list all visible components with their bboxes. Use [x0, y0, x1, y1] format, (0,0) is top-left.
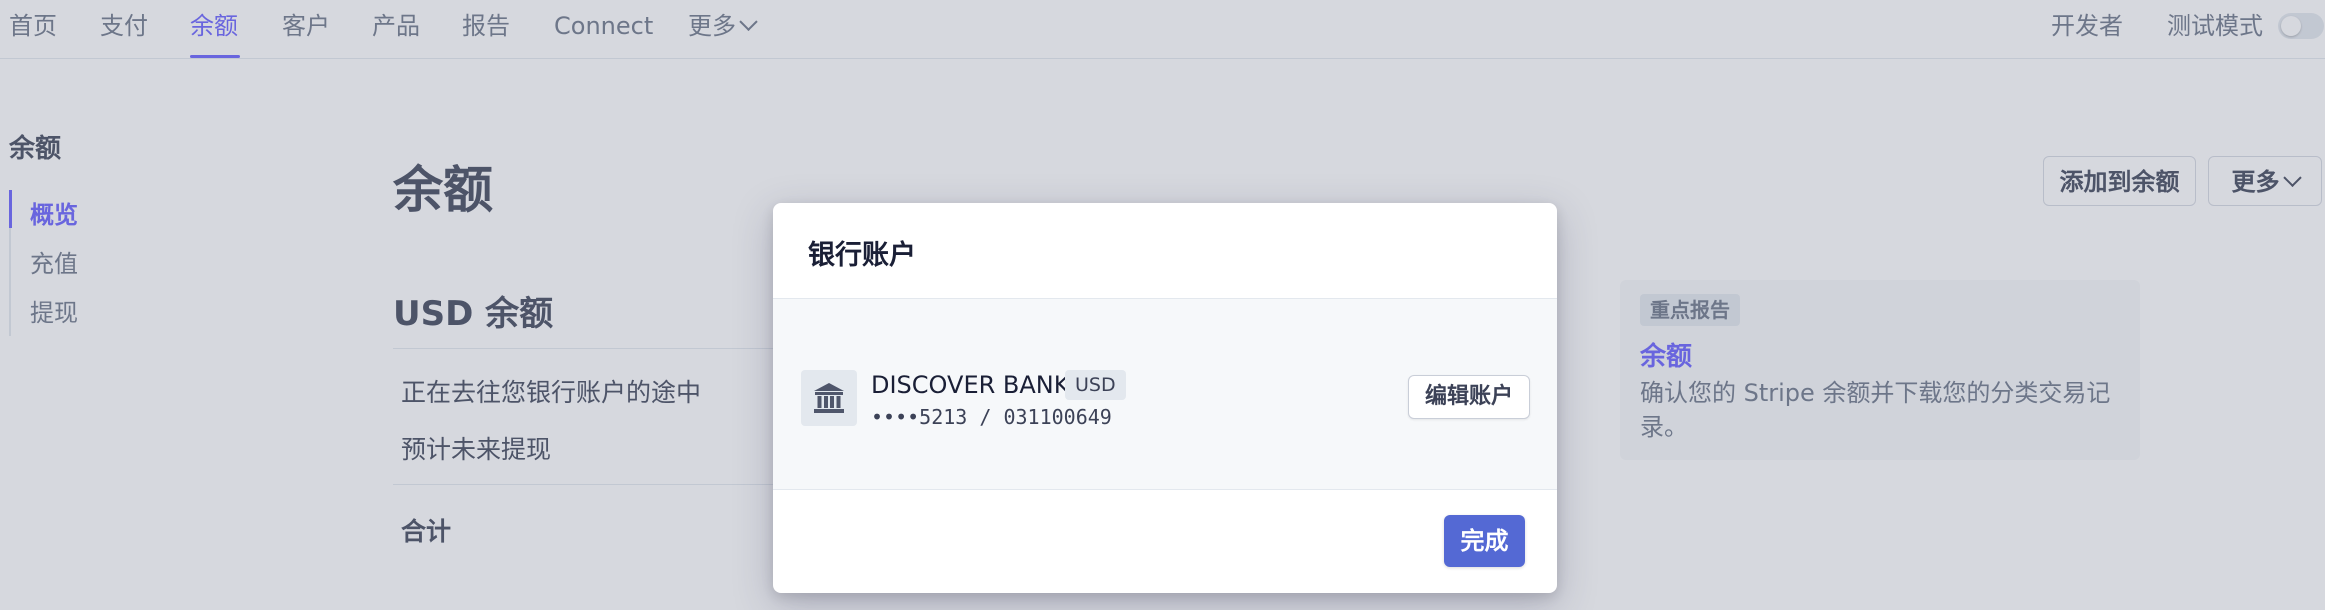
currency-badge: USD	[1065, 370, 1126, 400]
dialog-header: 银行账户	[773, 203, 1557, 299]
done-button[interactable]: 完成	[1444, 515, 1525, 567]
dialog-title: 银行账户	[808, 240, 916, 271]
account-number: ••••5213 / 031100649	[871, 405, 1112, 429]
bank-name: DISCOVER BANK	[871, 371, 1070, 399]
dialog-body: DISCOVER BANK USD ••••5213 / 031100649 编…	[773, 299, 1557, 490]
bank-icon	[801, 370, 857, 426]
bank-account-dialog: 银行账户 DISCOVER BANK USD ••••5213 / 031100…	[773, 203, 1557, 593]
edit-account-button[interactable]: 编辑账户	[1408, 375, 1530, 419]
